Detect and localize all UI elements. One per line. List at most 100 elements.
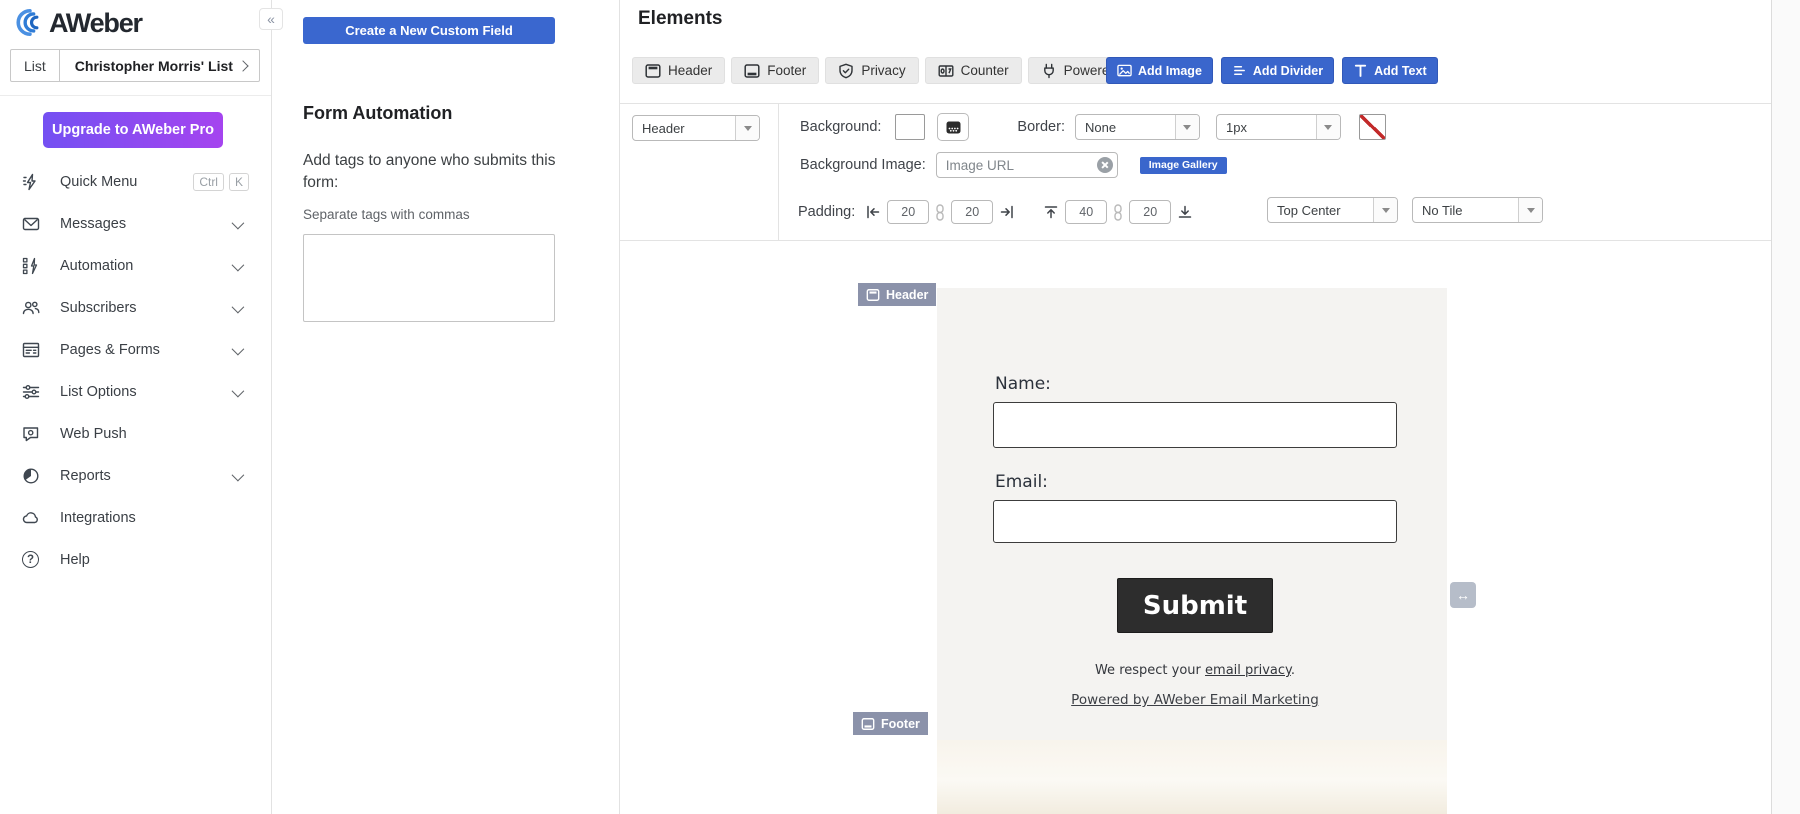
powered-by-link[interactable]: Powered by AWeber Email Marketing <box>1071 692 1319 708</box>
sidebar-item-label: Help <box>60 552 249 568</box>
header-section-badge[interactable]: Header <box>858 283 936 306</box>
add-toolbar: Add Image Add Divider Add Text <box>1106 57 1438 84</box>
padding-right-icon <box>999 204 1015 220</box>
messages-icon <box>22 215 40 233</box>
image-position-select[interactable]: Top Center <box>1267 197 1398 223</box>
add-image-button[interactable]: Add Image <box>1106 57 1213 84</box>
chevron-right-icon <box>237 60 248 71</box>
sidebar-item-label: Quick Menu <box>60 174 193 190</box>
create-custom-field-button[interactable]: Create a New Custom Field <box>303 17 555 44</box>
sidebar-item-automation[interactable]: Automation <box>0 245 271 287</box>
padding-top-icon <box>1043 204 1059 220</box>
sidebar-item-help[interactable]: ? Help <box>0 539 271 581</box>
border-label: Border: <box>1017 119 1065 135</box>
background-border-row: Background: Border: None 1px <box>800 113 1386 141</box>
privacy-element-button[interactable]: Privacy <box>825 57 918 84</box>
padding-top-input[interactable] <box>1065 200 1107 224</box>
list-options-icon <box>22 383 40 401</box>
clear-icon[interactable] <box>1097 157 1113 173</box>
chevron-down-icon <box>232 384 245 397</box>
name-field[interactable] <box>993 402 1397 448</box>
sidebar-item-label: Subscribers <box>60 300 232 316</box>
divider-icon <box>1232 63 1247 78</box>
form-resize-handle[interactable]: ↔ <box>1450 582 1476 608</box>
image-icon <box>1117 63 1132 78</box>
form-automation-description: Add tags to anyone who submits this form… <box>303 150 557 195</box>
sidebar-item-reports[interactable]: Reports <box>0 455 271 497</box>
element-select[interactable]: Header <box>632 115 760 141</box>
sidebar-item-label: Pages & Forms <box>60 342 232 358</box>
email-label: Email: <box>995 472 1048 492</box>
color-picker-button[interactable] <box>937 113 969 141</box>
sidebar-item-list-options[interactable]: List Options <box>0 371 271 413</box>
web-push-icon <box>22 425 40 443</box>
counter-icon <box>938 63 954 79</box>
header-element-button[interactable]: Header <box>632 57 725 84</box>
padding-right-input[interactable] <box>951 200 993 224</box>
form-preview[interactable]: Header Name: Email: Submit We respect yo… <box>937 288 1447 814</box>
padding-left-input[interactable] <box>887 200 929 224</box>
image-tile-select[interactable]: No Tile <box>1412 197 1543 223</box>
sidebar-item-integrations[interactable]: Integrations <box>0 497 271 539</box>
chevron-down-icon <box>232 300 245 313</box>
sidebar-item-label: Messages <box>60 216 232 232</box>
link-icon <box>1111 204 1125 221</box>
privacy-note: We respect your email privacy. <box>993 663 1397 678</box>
footer-element-button[interactable]: Footer <box>731 57 819 84</box>
aweber-logo[interactable]: AWeber <box>14 6 142 40</box>
sidebar-divider <box>0 95 271 96</box>
button-label: Add Image <box>1138 64 1202 78</box>
padding-bottom-input[interactable] <box>1129 200 1171 224</box>
settings-divider-bottom <box>620 240 1771 241</box>
image-tile-value: No Tile <box>1413 198 1518 222</box>
sidebar-item-label: Reports <box>60 468 232 484</box>
sidebar-item-pages-forms[interactable]: Pages & Forms <box>0 329 271 371</box>
email-privacy-link[interactable]: email privacy <box>1205 663 1291 678</box>
border-no-color-swatch[interactable] <box>1359 114 1386 140</box>
privacy-period: . <box>1291 663 1295 678</box>
chevron-down-icon <box>735 116 759 140</box>
sidebar-item-subscribers[interactable]: Subscribers <box>0 287 271 329</box>
element-select-value: Header <box>633 116 735 140</box>
chevron-down-icon <box>232 342 245 355</box>
chevron-down-icon <box>232 258 245 271</box>
sidebar-collapse-button[interactable]: « <box>259 8 283 30</box>
help-icon: ? <box>22 551 40 569</box>
image-gallery-button[interactable]: Image Gallery <box>1140 157 1227 174</box>
sidebar-item-web-push[interactable]: Web Push <box>0 413 271 455</box>
padding-label: Padding: <box>798 204 855 220</box>
subscribers-icon <box>22 299 40 317</box>
chevron-down-icon <box>1175 115 1199 139</box>
name-label: Name: <box>995 374 1051 394</box>
counter-element-button[interactable]: Counter <box>925 57 1022 84</box>
border-width-select[interactable]: 1px <box>1216 114 1341 140</box>
button-label: Footer <box>767 63 806 78</box>
upgrade-pro-button[interactable]: Upgrade to AWeber Pro <box>43 112 223 148</box>
footer-section-badge[interactable]: Footer <box>853 712 928 735</box>
sidebar-item-quick-menu[interactable]: Quick Menu Ctrl K <box>0 161 271 203</box>
add-text-button[interactable]: Add Text <box>1342 57 1438 84</box>
image-url-input[interactable] <box>936 152 1118 178</box>
elements-panel: Elements Header Footer P <box>620 0 1772 814</box>
background-image-row: Background Image: Image Gallery <box>800 150 1227 180</box>
text-icon <box>1353 63 1368 78</box>
email-field[interactable] <box>993 500 1397 543</box>
background-label: Background: <box>800 119 881 135</box>
list-selector[interactable]: List Christopher Morris' List <box>10 49 260 82</box>
button-label: Counter <box>961 63 1009 78</box>
aweber-logo-icon <box>14 6 48 40</box>
footer-section[interactable] <box>937 740 1447 814</box>
reports-icon <box>22 467 40 485</box>
padding-bottom-icon <box>1177 204 1193 220</box>
sidebar-item-messages[interactable]: Messages <box>0 203 271 245</box>
submit-button[interactable]: Submit <box>1117 578 1273 633</box>
aweber-logo-text: AWeber <box>49 8 142 39</box>
background-color-swatch[interactable] <box>895 114 925 140</box>
tags-textarea[interactable] <box>303 234 555 322</box>
sidebar-item-label: Integrations <box>60 510 249 526</box>
border-style-select[interactable]: None <box>1075 114 1200 140</box>
add-divider-button[interactable]: Add Divider <box>1221 57 1334 84</box>
button-label: Privacy <box>861 63 905 78</box>
sidebar-item-label: Automation <box>60 258 232 274</box>
color-picker-icon <box>945 120 962 135</box>
